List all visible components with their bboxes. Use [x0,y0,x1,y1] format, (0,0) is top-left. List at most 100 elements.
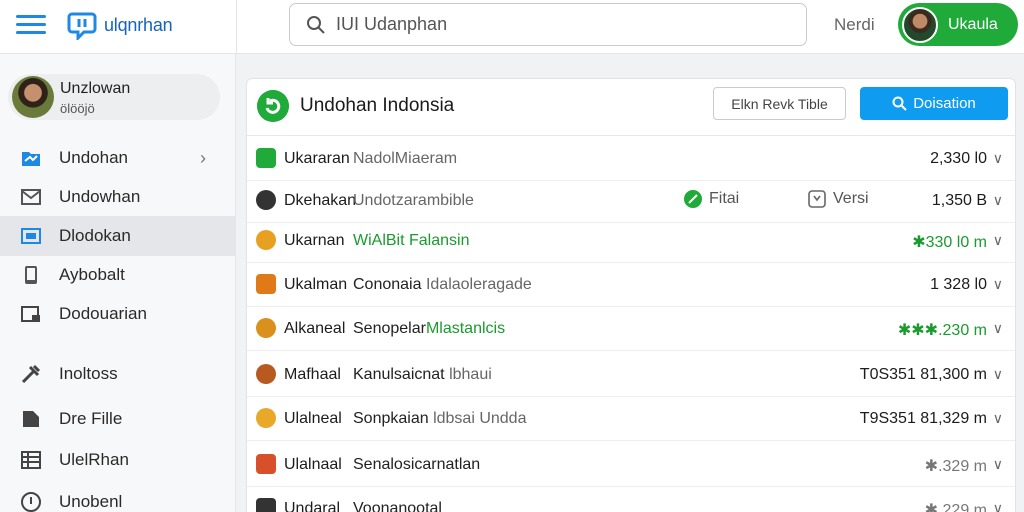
search-icon [892,96,907,111]
table-row[interactable]: Ulalneal Sonpkaian ldbsai Undda T9S351 8… [247,397,1015,441]
table-row[interactable]: Dkehakan Undotzarambible Fitai Versi 1,3… [247,179,1015,223]
top-bar: ulqnrhan Nerdi Ukaula [0,0,1024,54]
info-icon [21,492,41,512]
table-row[interactable]: Undaral Voonanootal ✱.229 m ∨ [247,487,1015,512]
row-name: Dkehakan [284,192,357,209]
item-icon [256,454,276,474]
sidebar-item-label: UlelRhan [59,450,129,469]
table-row[interactable]: Ukarnan WiAlBit Falansin ✱330 l0 m ∨ [247,219,1015,263]
search-input[interactable] [336,14,776,35]
search-icon [307,15,325,34]
tag-fitai[interactable]: Fitai [683,189,739,209]
table-row[interactable]: Alkaneal SenopelarMlastanlcis ✱✱✱.230 m … [247,307,1015,351]
chevron-down-icon[interactable]: ∨ [993,276,1003,293]
brand-name: ulqnrhan [104,14,173,35]
row-value: 1 328 l0 [930,276,987,293]
chevron-down-icon[interactable]: ∨ [993,500,1003,512]
phone-icon [25,266,37,284]
row-name: Undaral [284,500,341,512]
table-row[interactable]: Mafhaal Kanulsaicnat lbhaui T0S351 81,30… [247,353,1015,397]
sidebar: Unzlowan ölööjö Undohan › Undowhan Dlodo… [0,54,236,512]
row-name: Ulalneal [284,410,342,427]
sidebar-item-label: Aybobalt [59,265,125,284]
sidebar-item-ulelrhan[interactable]: UlelRhan [0,440,236,480]
table-icon [21,451,41,469]
sidebar-item-dodouarian[interactable]: Dodouarian [0,294,236,334]
row-value: ✱.229 m [924,502,987,512]
brand-logo-icon [67,12,97,40]
chevron-down-icon[interactable]: ∨ [993,456,1003,473]
item-icon [256,318,276,338]
chevron-down-icon[interactable]: ∨ [993,150,1003,167]
table-row[interactable]: Ukararan NadolMiaeram 2,330 l0 ∨ [247,137,1015,181]
sidebar-item-unobenl[interactable]: Unobenl [0,482,236,512]
tag-versi[interactable]: Versi [807,189,869,209]
sidebar-item-dre-fille[interactable]: Dre Fille [0,399,236,439]
row-description: NadolMiaeram [353,150,458,167]
chevron-down-icon[interactable]: ∨ [993,366,1003,383]
row-value: 2,330 l0 [930,150,987,167]
refresh-icon [257,90,289,122]
sidebar-item-label: Unobenl [59,492,123,511]
item-icon [256,148,276,168]
tag-label: Versi [833,190,869,207]
file-icon [23,411,39,427]
tag-label: Fitai [709,190,740,207]
sidebar-item-label: Undohan [59,148,129,167]
row-name: Ulalnaal [284,456,342,473]
version-icon [808,190,826,208]
divider [236,0,237,54]
row-name: Ukararan [284,150,350,167]
row-value: ✱✱✱.230 m [897,322,987,339]
search-box[interactable] [289,3,807,46]
lock-folder-icon [21,306,40,322]
chevron-down-icon[interactable]: ∨ [993,320,1003,337]
filter-button[interactable]: Elkn Revk Tible [713,87,846,120]
row-value: ✱.329 m [924,458,987,475]
sidebar-item-undowhan[interactable]: Undowhan [0,177,236,217]
user-label: Ukaula [948,15,998,33]
row-value: T0S351 81,300 m [859,366,987,383]
row-name: Ukalman [284,276,348,293]
row-description: Kanulsaicnat lbhaui [353,366,492,383]
row-description: Cononaia Idalaoleragade [353,276,532,293]
image-icon [21,228,41,244]
table-row[interactable]: Ulalnaal Senalosicarnatlan ✱.329 m ∨ [247,443,1015,487]
brand[interactable]: ulqnrhan [66,10,173,40]
sidebar-item-dlodokan[interactable]: Dlodokan [0,216,236,256]
page-title: Undohan Indonsia [300,95,455,116]
table-row[interactable]: Ukalman Cononaia Idalaoleragade 1 328 l0… [247,263,1015,307]
primary-search-button[interactable]: Doisation [860,87,1008,120]
folder-icon [22,152,40,166]
nav-link[interactable]: Nerdi [834,15,875,35]
user-menu-button[interactable]: Ukaula [898,3,1018,46]
item-icon [256,230,276,250]
chevron-down-icon[interactable]: ∨ [993,410,1003,427]
row-description: Voonanootal [353,500,442,512]
sidebar-item-label: Inoltoss [59,364,118,383]
item-icon [256,408,276,428]
row-value: T9S351 81,329 m [859,410,987,427]
sidebar-item-label: Undowhan [59,187,141,206]
avatar [12,76,54,118]
profile-card[interactable]: Unzlowan ölööjö [8,74,220,120]
item-icon [256,364,276,384]
sidebar-item-label: Dre Fille [59,409,123,428]
tools-icon [21,364,41,384]
leaf-icon [684,190,702,208]
sidebar-item-inoltoss[interactable]: Inoltoss [0,354,236,394]
row-description: Undotzarambible [353,192,474,209]
row-value: ✱330 l0 m [912,234,987,251]
chevron-down-icon[interactable]: ∨ [993,192,1003,209]
chevron-down-icon[interactable]: ∨ [993,232,1003,249]
item-icon [256,498,276,512]
panel-header: Undohan Indonsia Elkn Revk Tible Doisati… [247,79,1015,136]
row-name: Mafhaal [284,366,341,383]
menu-icon[interactable] [16,12,46,36]
profile-subtitle: ölööjö [60,101,95,116]
sidebar-item-aybobalt[interactable]: Aybobalt [0,255,236,295]
row-description: Sonpkaian ldbsai Undda [353,410,527,427]
sidebar-item-undohan[interactable]: Undohan › [0,138,236,178]
chevron-right-icon: › [200,147,206,168]
row-description: WiAlBit Falansin [353,232,470,249]
